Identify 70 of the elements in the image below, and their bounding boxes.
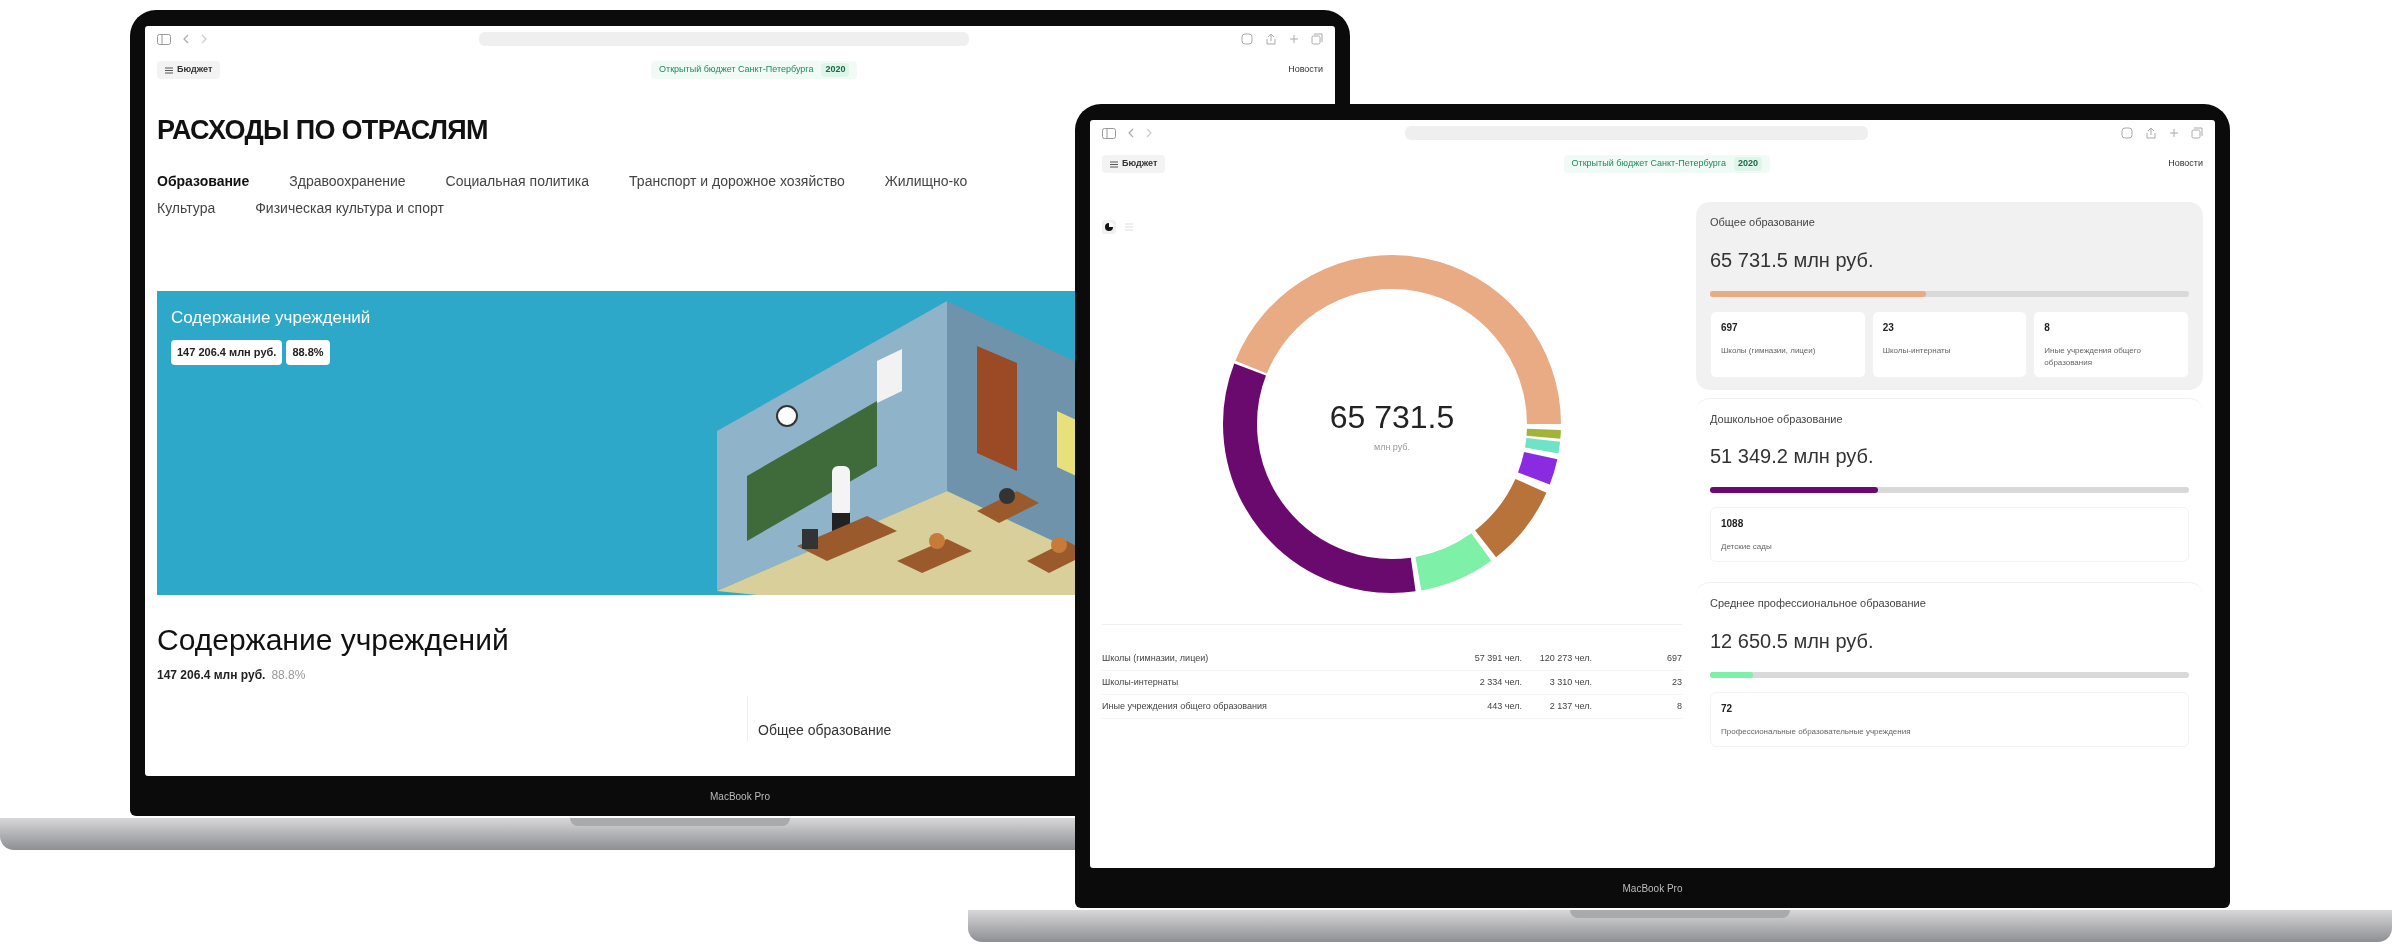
share-icon[interactable] [1265,33,1277,45]
menu-icon [1110,160,1118,168]
share-icon[interactable] [2145,127,2157,139]
section-amount: 147 206.4 млн руб. [157,666,266,684]
laptop-model-label: MacBook Pro [1622,881,1683,896]
table-cell-text: 2 334 чел. [1478,675,1522,689]
stat-value: 697 [1721,320,1739,335]
tabs-icon[interactable] [2191,127,2203,139]
table-cell-text: Иные учреждения общего образования [1102,699,1268,713]
donut-unit: млн руб. [1373,441,1411,455]
page-title: РАСХОДЫ ПО ОТРАСЛЯМ [157,114,488,147]
category-amount: 65 731.5 млн руб. [1710,247,1875,273]
plus-icon[interactable] [2169,128,2179,138]
pie-chart-icon[interactable] [1102,220,1116,234]
back-icon[interactable] [1128,128,1134,138]
menu-button[interactable]: Бюджет [1102,155,1166,173]
category-tab[interactable]: Социальная политика [445,170,590,192]
donut-total: 65 731.5 [1329,398,1455,438]
category-title: Общее образование [758,720,892,740]
stat-value: 72 [1721,701,1734,716]
news-link[interactable]: Новости [1288,63,1323,77]
news-link[interactable]: Новости [2168,157,2203,171]
category-tab[interactable]: Культура [157,197,216,219]
category-tab[interactable]: Образование [157,170,250,192]
table-cell-text: Школы (гимназии, лицеи) [1102,651,1210,665]
stat-label: Школы (гимназии, лицеи) [1721,344,1817,357]
menu-icon [165,66,173,74]
site-title: Открытый бюджет Санкт-Петербурга [659,63,814,77]
year-badge: 2020 [1733,157,1762,171]
laptop-model-label: MacBook Pro [710,789,770,804]
category-tab[interactable]: Физическая культура и спорт [255,197,444,219]
stat-label: Иные учреждения общего образования [2044,344,2142,369]
table-cell-text: 8 [1676,699,1682,713]
category-tab[interactable]: Жилищно-ко [884,170,968,192]
sidebar-icon[interactable] [1102,127,1116,139]
back-icon[interactable] [183,34,189,44]
stat-value: 8 [2044,320,2051,335]
table-cell-text: 697 [1665,651,1682,665]
category-amount: 12 650.5 млн руб. [1710,628,1875,654]
menu-button[interactable]: Бюджет [157,61,221,79]
table-cell-text: 3 310 чел. [1548,675,1592,689]
forward-icon[interactable] [1146,128,1152,138]
table-cell-text: 443 чел. [1486,699,1522,713]
category-tab[interactable]: Транспорт и дорожное хозяйство [629,170,845,192]
amount-chip: 147 206.4 млн руб. [171,340,283,365]
stat-label: Детские сады [1721,541,1773,553]
banner-title: Содержание учреждений [171,306,371,329]
plus-icon[interactable] [1289,34,1299,44]
stat-value: 1088 [1721,517,1745,531]
table-cell-text: 2 137 чел. [1548,699,1592,713]
sidebar-icon[interactable] [157,33,171,45]
stat-label: Школы-интернаты [1882,344,1952,357]
table-cell-text: Школы-интернаты [1102,675,1180,689]
section-title: Содержание учреждений [157,621,509,658]
table-cell-text: 57 391 чел. [1473,651,1522,665]
category-title: Среднее профессиональное образование [1710,596,1927,611]
category-amount: 51 349.2 млн руб. [1710,444,1875,469]
table-cell-text: 23 [1671,675,1682,689]
stat-value: 23 [1882,320,1895,335]
year-badge: 2020 [821,63,850,77]
category-tab[interactable]: Здравоохранение [289,170,406,192]
table-cell-text: 120 273 чел. [1538,651,1592,665]
forward-icon[interactable] [201,34,207,44]
section-share: 88.8% [271,666,306,684]
stat-label: Профессиональные образовательные учреждения [1721,725,1912,738]
category-title: Общее образование [1710,215,1816,230]
site-title: Открытый бюджет Санкт-Петербурга [1571,157,1726,171]
category-title: Дошкольное образование [1710,411,1844,427]
share-chip: 88.8% [286,340,330,365]
tabs-icon[interactable] [1311,33,1323,45]
